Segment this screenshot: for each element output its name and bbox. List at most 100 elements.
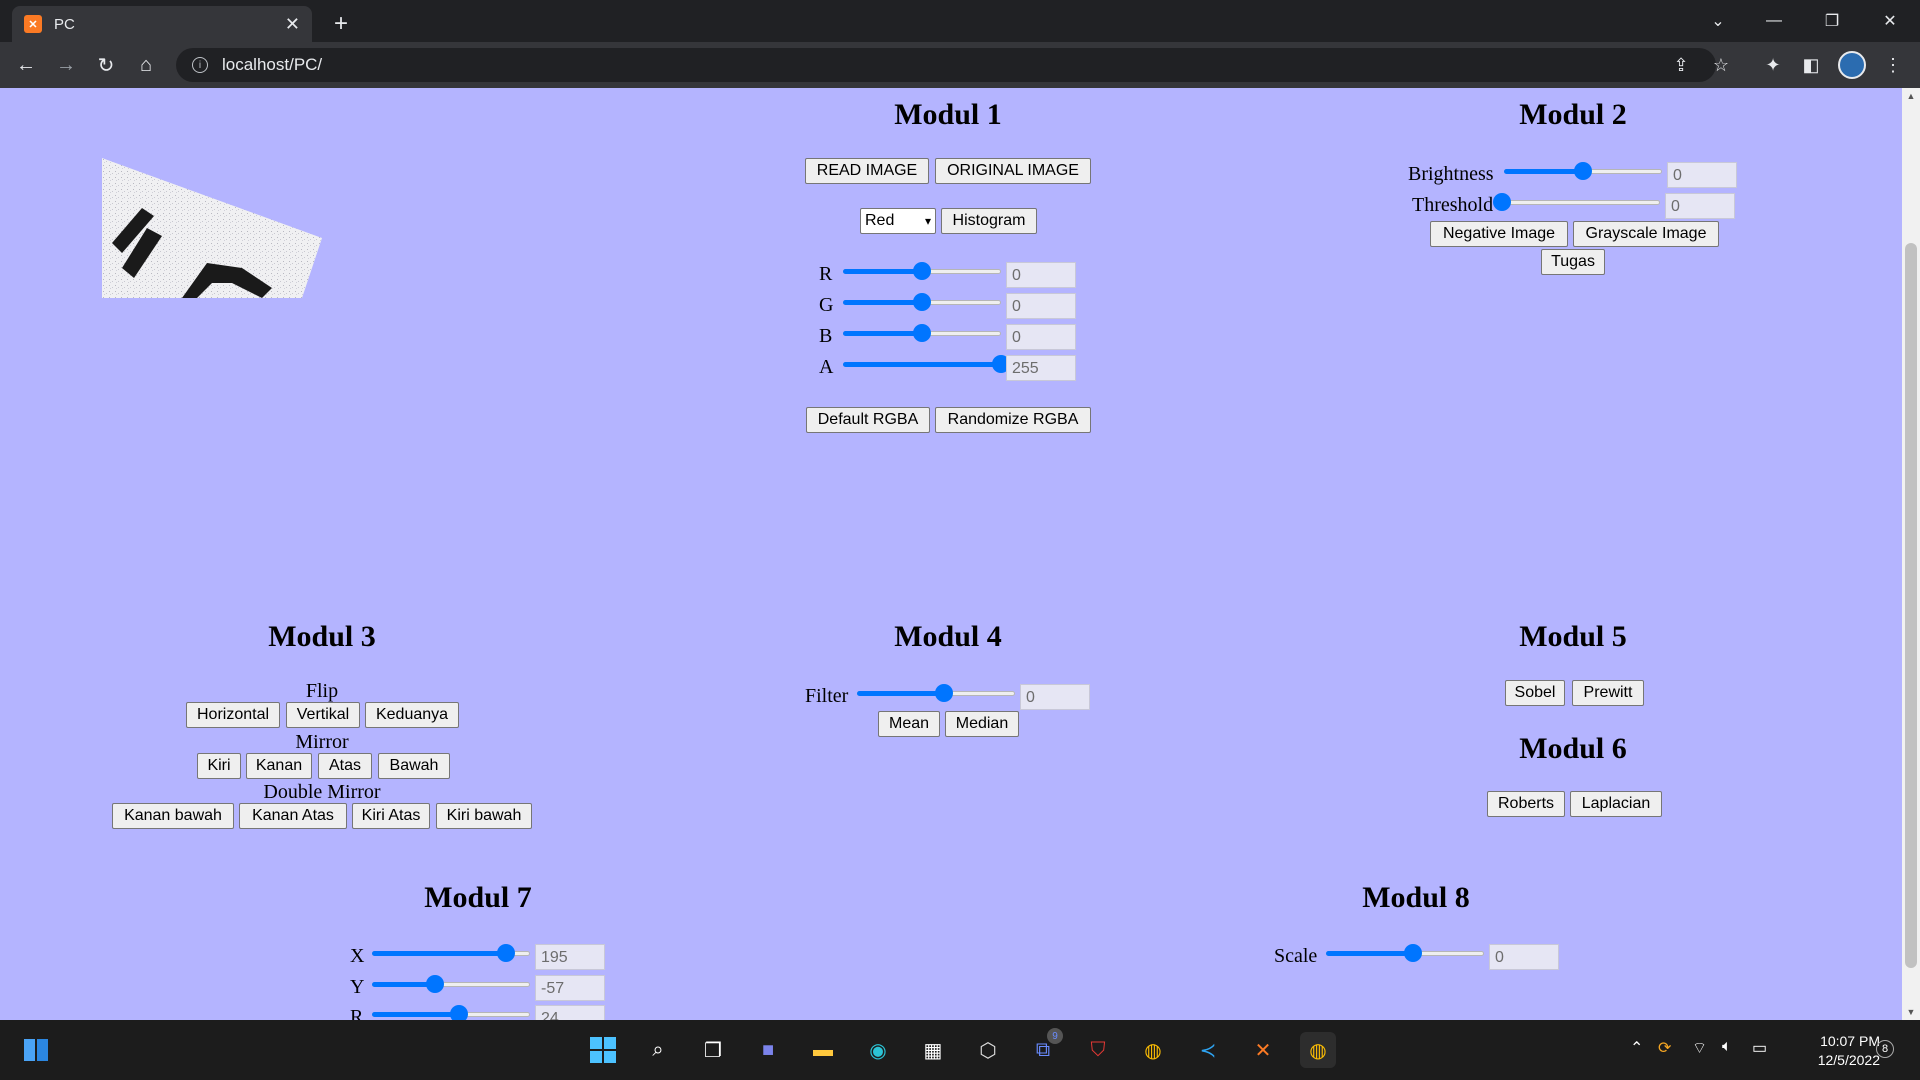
slider-knob[interactable] — [1574, 162, 1592, 180]
grayscale-image-button[interactable]: Grayscale Image — [1573, 221, 1719, 247]
edge-icon[interactable]: ◉ — [860, 1032, 896, 1068]
close-window-button[interactable]: ✕ — [1862, 0, 1918, 42]
double-mirror-kiri-bawah-button[interactable]: Kiri bawah — [436, 803, 532, 829]
default-rgba-button[interactable]: Default RGBA — [806, 407, 930, 433]
browser-tab[interactable]: ✕ PC ✕ — [12, 6, 312, 42]
brightness-slider[interactable] — [1504, 162, 1662, 180]
teams-icon[interactable]: ⧉ 9 — [1025, 1028, 1063, 1068]
rgba-r-value[interactable]: 0 — [1006, 262, 1076, 288]
address-bar[interactable]: i localhost/PC/ — [176, 48, 1716, 82]
x-value[interactable]: 195 — [535, 944, 605, 970]
volume-icon[interactable]: 🔈︎ — [1722, 1038, 1732, 1056]
bookmark-star-icon[interactable]: ☆ — [1708, 52, 1734, 78]
battery-icon[interactable]: ▭ — [1752, 1038, 1767, 1058]
mirror-kiri-button[interactable]: Kiri — [197, 753, 241, 779]
negative-image-button[interactable]: Negative Image — [1430, 221, 1568, 247]
scrollbar-thumb[interactable] — [1905, 243, 1917, 968]
minimize-button[interactable]: — — [1746, 0, 1802, 42]
sync-icon[interactable]: ⟳ — [1658, 1038, 1671, 1058]
tab-search-icon[interactable]: ⌄ — [1690, 0, 1746, 42]
roberts-button[interactable]: Roberts — [1487, 791, 1565, 817]
slider-knob[interactable] — [913, 262, 931, 280]
slider-knob[interactable] — [913, 324, 931, 342]
search-icon[interactable]: ⌕ — [640, 1032, 676, 1068]
back-icon[interactable]: ← — [10, 49, 42, 81]
menu-icon[interactable]: ⋮ — [1880, 52, 1906, 78]
rgba-b-value[interactable]: 0 — [1006, 324, 1076, 350]
scale-value[interactable]: 0 — [1489, 944, 1559, 970]
tray-overflow-icon[interactable]: ⌃ — [1630, 1038, 1643, 1058]
y-slider[interactable] — [372, 975, 530, 993]
filter-slider[interactable] — [857, 684, 1015, 702]
double-mirror-kiri-atas-button[interactable]: Kiri Atas — [352, 803, 430, 829]
mirror-atas-button[interactable]: Atas — [318, 753, 372, 779]
rgba-r-slider[interactable] — [843, 262, 1001, 280]
clock[interactable]: 10:07 PM 12/5/2022 — [1790, 1032, 1880, 1070]
x-slider[interactable] — [372, 944, 530, 962]
start-icon[interactable] — [585, 1032, 621, 1068]
slider-knob[interactable] — [913, 293, 931, 311]
flip-horizontal-button[interactable]: Horizontal — [186, 702, 280, 728]
home-icon[interactable]: ⌂ — [130, 49, 162, 81]
randomize-rgba-button[interactable]: Randomize RGBA — [935, 407, 1091, 433]
flip-keduanya-button[interactable]: Keduanya — [365, 702, 459, 728]
double-mirror-kanan-bawah-button[interactable]: Kanan bawah — [112, 803, 234, 829]
slider-knob[interactable] — [497, 944, 516, 962]
chat-icon[interactable]: ■ — [750, 1032, 786, 1068]
close-tab-icon[interactable]: ✕ — [285, 14, 300, 35]
rgba-a-slider[interactable] — [843, 355, 1010, 373]
y-value[interactable]: -57 — [535, 975, 605, 1001]
new-tab-button[interactable]: + — [325, 8, 357, 40]
vscode-icon[interactable]: ≺ — [1190, 1032, 1226, 1068]
filter-value[interactable]: 0 — [1020, 684, 1090, 710]
mirror-bawah-button[interactable]: Bawah — [378, 753, 450, 779]
threshold-value[interactable]: 0 — [1665, 193, 1735, 219]
page-scrollbar[interactable]: ▲ ▼ — [1902, 88, 1920, 1020]
mean-button[interactable]: Mean — [878, 711, 940, 737]
sobel-button[interactable]: Sobel — [1505, 680, 1565, 706]
reload-icon[interactable]: ↻ — [90, 49, 122, 81]
histogram-button[interactable]: Histogram — [941, 208, 1037, 234]
unity-icon[interactable]: ⬡ — [970, 1032, 1006, 1068]
r-slider[interactable] — [372, 1005, 530, 1020]
wifi-icon[interactable]: ⌔ — [1692, 1038, 1707, 1058]
prewitt-button[interactable]: Prewitt — [1572, 680, 1644, 706]
slider-knob[interactable] — [1403, 944, 1422, 962]
side-panel-icon[interactable]: ◧ — [1798, 52, 1824, 78]
rgba-a-value[interactable]: 255 — [1006, 355, 1076, 381]
scroll-down-icon[interactable]: ▼ — [1902, 1004, 1920, 1020]
read-image-button[interactable]: READ IMAGE — [805, 158, 929, 184]
chrome-icon[interactable]: ◍ — [1135, 1032, 1171, 1068]
scale-slider[interactable] — [1326, 944, 1484, 962]
restore-button[interactable]: ❐ — [1804, 0, 1860, 42]
median-button[interactable]: Median — [945, 711, 1019, 737]
slider-knob[interactable] — [426, 975, 445, 993]
profile-avatar[interactable] — [1838, 51, 1866, 79]
file-explorer-icon[interactable]: ▬ — [805, 1032, 841, 1068]
r-value[interactable]: 24 — [535, 1005, 605, 1020]
rgba-g-value[interactable]: 0 — [1006, 293, 1076, 319]
slider-knob[interactable] — [934, 684, 953, 702]
mcafee-icon[interactable]: ⛉ — [1080, 1032, 1116, 1068]
forward-icon[interactable]: → — [50, 49, 82, 81]
chrome-active-icon[interactable]: ◍ — [1300, 1032, 1336, 1068]
xampp-taskbar-icon[interactable]: ✕ — [1245, 1032, 1281, 1068]
flip-vertikal-button[interactable]: Vertikal — [286, 702, 360, 728]
slider-knob[interactable] — [1493, 193, 1511, 211]
slider-knob[interactable] — [449, 1005, 468, 1020]
tugas-button[interactable]: Tugas — [1541, 249, 1605, 275]
extensions-icon[interactable]: ✦ — [1760, 52, 1786, 78]
rgba-g-slider[interactable] — [843, 293, 1001, 311]
mirror-kanan-button[interactable]: Kanan — [246, 753, 312, 779]
rgba-b-slider[interactable] — [843, 324, 1001, 342]
scroll-up-icon[interactable]: ▲ — [1902, 88, 1920, 104]
channel-select[interactable]: Red ▾ — [860, 208, 936, 234]
laplacian-button[interactable]: Laplacian — [1570, 791, 1662, 817]
double-mirror-kanan-atas-button[interactable]: Kanan Atas — [239, 803, 347, 829]
task-view-icon[interactable]: ❐ — [695, 1032, 731, 1068]
store-icon[interactable]: ▦ — [915, 1032, 951, 1068]
widgets-icon[interactable] — [18, 1032, 54, 1068]
notification-count[interactable]: 8 — [1876, 1040, 1894, 1058]
brightness-value[interactable]: 0 — [1667, 162, 1737, 188]
site-info-icon[interactable]: i — [192, 57, 208, 73]
